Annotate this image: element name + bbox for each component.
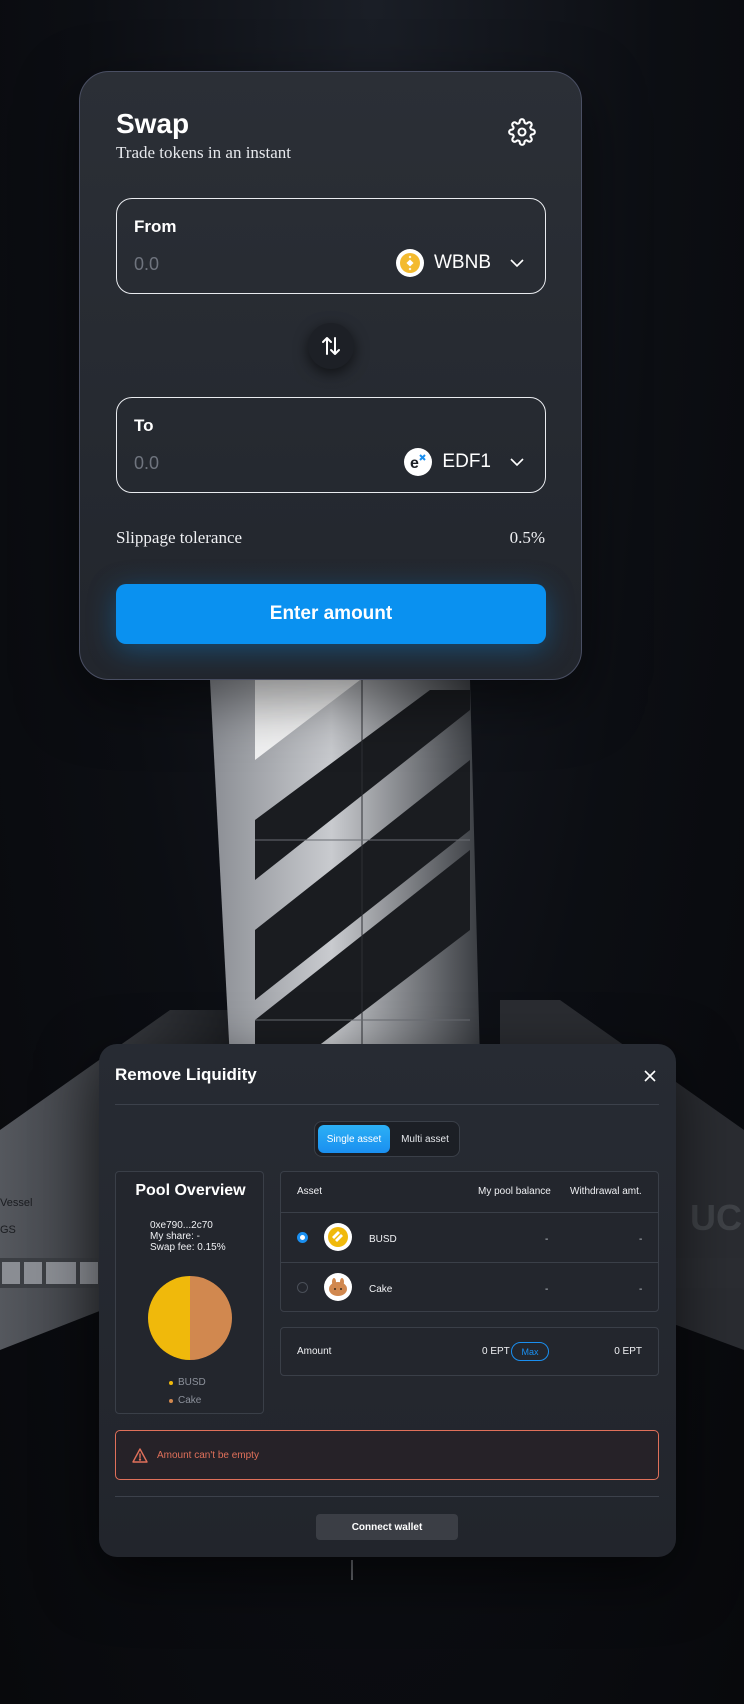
- to-token-selector[interactable]: e EDF1: [404, 448, 525, 476]
- pool-balance-value: -: [545, 1234, 549, 1245]
- swap-card: Swap Trade tokens in an instant From 0.0…: [79, 71, 582, 680]
- error-message: Amount can't be empty: [157, 1450, 259, 1461]
- asset-mode-toggle: Single asset Multi asset: [314, 1121, 460, 1157]
- amount-input[interactable]: 0 EPT: [482, 1346, 510, 1357]
- error-banner: Amount can't be empty: [115, 1430, 659, 1480]
- connect-wallet-button[interactable]: Connect wallet: [316, 1514, 458, 1540]
- radio-cake[interactable]: [297, 1282, 308, 1293]
- withdrawal-value: -: [639, 1284, 643, 1295]
- pie-slice-cake: [190, 1276, 232, 1360]
- warning-icon: [132, 1448, 148, 1463]
- gear-icon[interactable]: [508, 118, 536, 146]
- swap-title: Swap: [116, 108, 190, 139]
- chevron-down-icon: [510, 259, 524, 268]
- pool-balance-value: -: [545, 1284, 549, 1295]
- pool-info: 0xe790...2c70 My share: - Swap fee: 0.15…: [150, 1220, 226, 1253]
- to-token-name: EDF1: [442, 451, 491, 472]
- hull-text-uc: UC: [690, 1197, 742, 1238]
- busd-icon: [324, 1223, 352, 1251]
- divider: [115, 1104, 659, 1105]
- close-icon[interactable]: [643, 1069, 657, 1083]
- enter-amount-button[interactable]: Enter amount: [116, 584, 546, 644]
- from-token-name: WBNB: [434, 252, 491, 273]
- remove-liquidity-modal: Remove Liquidity Single asset Multi asse…: [99, 1044, 676, 1557]
- cake-icon: [324, 1273, 352, 1301]
- hull-text-gs: GS: [0, 1224, 16, 1236]
- bnb-icon: [396, 249, 424, 277]
- to-amount-input[interactable]: 0.0: [134, 453, 159, 474]
- swap-direction-button[interactable]: [308, 323, 354, 369]
- pool-pie-chart: [148, 1276, 232, 1360]
- pool-address: 0xe790...2c70: [150, 1220, 213, 1231]
- tab-multi-asset[interactable]: Multi asset: [393, 1125, 457, 1153]
- slippage-label: Slippage tolerance: [116, 528, 243, 547]
- to-label: To: [134, 416, 154, 435]
- column-header-asset: Asset: [297, 1186, 323, 1197]
- pool-overview: Pool Overview 0xe790...2c70 My share: - …: [115, 1171, 264, 1414]
- swap-subtitle: Trade tokens in an instant: [116, 143, 292, 162]
- amount-row: Amount 0 EPT Max 0 EPT: [280, 1327, 659, 1376]
- asset-name: Cake: [369, 1284, 393, 1295]
- pool-share: My share: -: [150, 1231, 201, 1242]
- legend-label: Cake: [178, 1395, 202, 1406]
- amount-output: 0 EPT: [614, 1346, 642, 1357]
- divider: [115, 1496, 659, 1497]
- from-label: From: [134, 217, 177, 236]
- divider: [281, 1212, 658, 1213]
- max-button[interactable]: Max: [511, 1342, 549, 1361]
- slippage-value[interactable]: 0.5%: [510, 528, 545, 548]
- edf1-icon: e: [404, 448, 433, 476]
- legend-item-busd: BUSD: [169, 1377, 206, 1388]
- legend-dot: [169, 1398, 173, 1403]
- chevron-down-icon: [510, 458, 524, 467]
- legend-label: BUSD: [178, 1377, 206, 1388]
- modal-title: Remove Liquidity: [115, 1065, 257, 1084]
- from-amount-input[interactable]: 0.0: [134, 254, 159, 275]
- radio-busd[interactable]: [297, 1232, 308, 1243]
- from-field[interactable]: From 0.0 WBNB: [116, 198, 546, 294]
- divider: [281, 1262, 658, 1263]
- column-header-withdrawal: Withdrawal amt.: [570, 1186, 642, 1197]
- asset-table: Asset My pool balance Withdrawal amt. BU…: [280, 1171, 659, 1312]
- from-token-selector[interactable]: WBNB: [396, 249, 525, 277]
- asset-name: BUSD: [369, 1234, 397, 1245]
- swap-arrows-icon: [322, 337, 340, 355]
- column-header-balance: My pool balance: [478, 1186, 551, 1197]
- svg-text:e: e: [410, 455, 419, 472]
- pool-overview-title: Pool Overview: [135, 1182, 246, 1199]
- pie-slice-busd: [148, 1276, 190, 1360]
- legend-item-cake: Cake: [169, 1395, 201, 1406]
- hull-text-vessel: Vessel: [0, 1197, 32, 1209]
- withdrawal-value: -: [639, 1234, 643, 1245]
- pool-fee: Swap fee: 0.15%: [150, 1242, 226, 1253]
- to-field[interactable]: To 0.0 e EDF1: [116, 397, 546, 493]
- amount-label: Amount: [297, 1346, 332, 1357]
- tab-single-asset[interactable]: Single asset: [318, 1125, 390, 1153]
- legend-dot: [169, 1380, 173, 1385]
